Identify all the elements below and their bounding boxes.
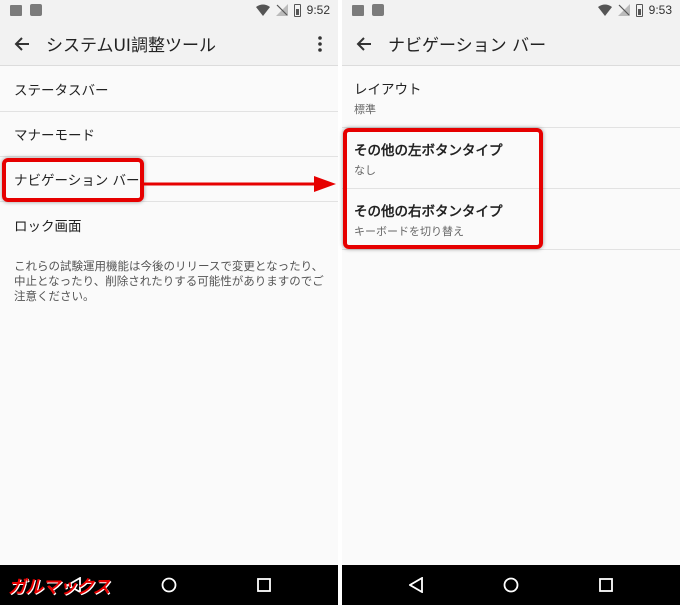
more-vert-icon (318, 36, 322, 52)
wifi-icon (597, 4, 612, 16)
list-item-layout[interactable]: レイアウト 標準 (342, 67, 680, 128)
highlight-extra-buttons (343, 128, 543, 249)
nav-home-button[interactable] (501, 575, 521, 595)
right-screen: 9:53 ナビゲーション バー レイアウト 標準 その他の左ボタンタイプ なし … (342, 0, 680, 605)
arrow-left-icon (14, 36, 29, 51)
highlight-navigation-bar (2, 158, 144, 202)
image-notification-icon (352, 4, 364, 16)
no-signal-icon (275, 4, 288, 16)
experimental-note: これらの試験運用機能は今後のリリースで変更となったり、中止となったり、削除された… (14, 259, 324, 303)
wifi-icon (255, 4, 270, 16)
list-item-label: マナーモード (14, 128, 95, 144)
battery-icon (635, 3, 643, 17)
list-item-silent-mode[interactable]: マナーモード (0, 112, 338, 157)
battery-icon (293, 3, 301, 17)
left-screen: 9:52 システムUI調整ツール ステータスバー マナーモード ナビゲーション … (0, 0, 338, 605)
list-item-status-bar[interactable]: ステータスバー (0, 67, 338, 112)
status-bar: 9:52 (0, 0, 338, 22)
no-signal-icon (617, 4, 630, 16)
back-button[interactable] (0, 22, 44, 66)
list-item-subtitle: 標準 (354, 102, 376, 116)
app-notification-icon (372, 4, 384, 16)
image-notification-icon (10, 4, 22, 16)
nav-back-button[interactable] (406, 575, 426, 595)
page-title: システムUI調整ツール (46, 36, 216, 56)
back-button[interactable] (342, 22, 386, 66)
status-time: 9:53 (648, 3, 672, 17)
list-item-title: レイアウト (354, 81, 422, 98)
list-item-label: ステータスバー (14, 83, 109, 99)
square-recents-icon (599, 578, 613, 592)
nav-recents-button[interactable] (254, 575, 274, 595)
arrow-left-icon (356, 36, 371, 51)
app-bar: ナビゲーション バー (342, 22, 680, 66)
watermark-logo: ガルマックス (8, 577, 110, 598)
list-item-lock-screen[interactable]: ロック画面 (0, 202, 338, 247)
circle-home-icon (503, 577, 519, 593)
status-time: 9:52 (306, 3, 330, 17)
list-item-label: ロック画面 (14, 218, 82, 235)
page-title: ナビゲーション バー (388, 36, 547, 56)
navigation-bar (342, 565, 680, 605)
annotation-arrow-icon (140, 176, 336, 192)
status-bar: 9:53 (342, 0, 680, 22)
circle-home-icon (161, 577, 177, 593)
app-notification-icon (30, 4, 42, 16)
app-bar: システムUI調整ツール (0, 22, 338, 66)
square-recents-icon (257, 578, 271, 592)
triangle-back-icon (409, 577, 423, 593)
more-options-button[interactable] (308, 32, 332, 56)
nav-home-button[interactable] (159, 575, 179, 595)
nav-recents-button[interactable] (596, 575, 616, 595)
